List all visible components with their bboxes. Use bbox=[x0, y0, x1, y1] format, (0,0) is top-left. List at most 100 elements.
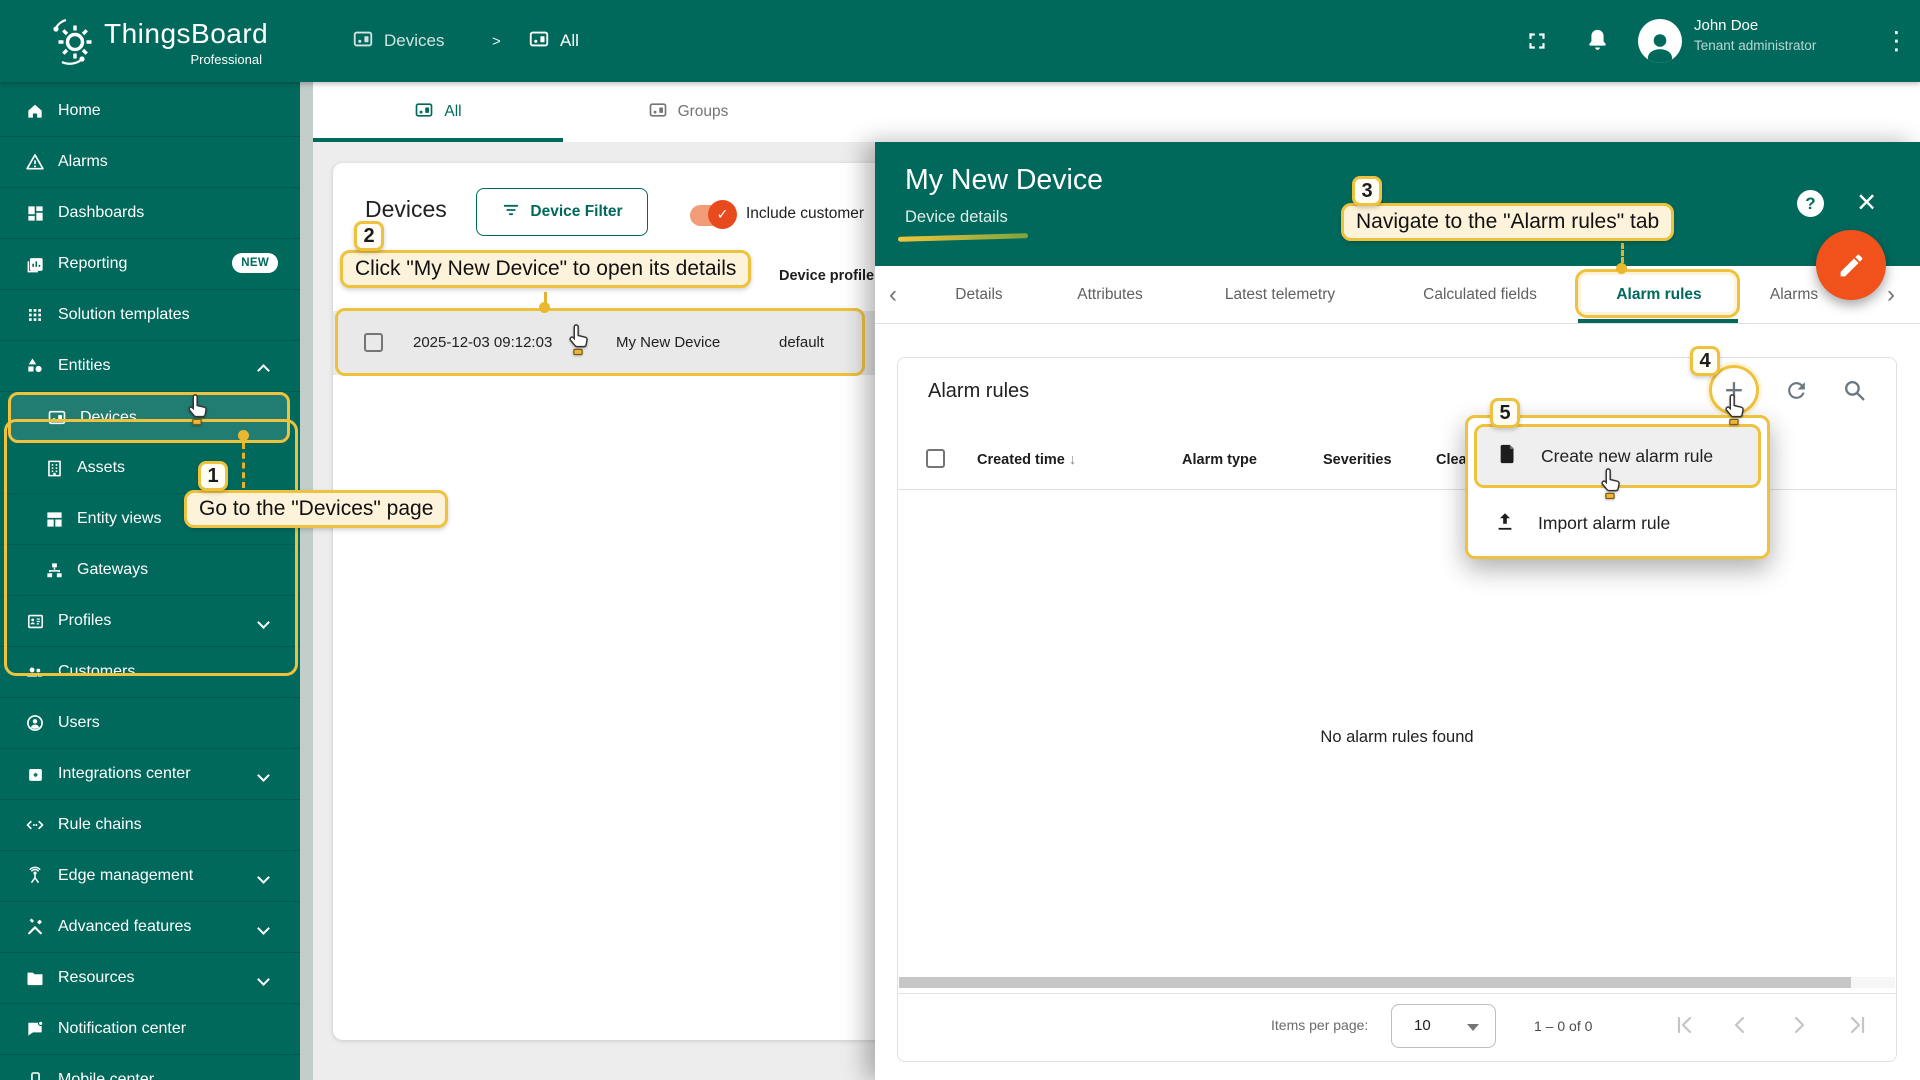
devices-group-icon bbox=[648, 100, 668, 125]
tabs-scroll-left-icon[interactable]: ‹ bbox=[889, 281, 897, 309]
sidebar-item-label: Home bbox=[58, 102, 101, 120]
grid-dots-icon bbox=[25, 305, 45, 325]
logo-title: ThingsBoard bbox=[104, 18, 268, 50]
sidebar-item-label: Rule chains bbox=[58, 816, 142, 834]
sidebar-item-label: Integrations center bbox=[58, 765, 191, 783]
next-page-icon[interactable] bbox=[1787, 1013, 1811, 1037]
pagination-range: 1 – 0 of 0 bbox=[1534, 1018, 1592, 1034]
sidebar-item-home[interactable]: Home bbox=[0, 86, 300, 137]
empty-table-message: No alarm rules found bbox=[898, 728, 1896, 747]
user-avatar[interactable] bbox=[1638, 19, 1682, 63]
sidebar-item-advanced-features[interactable]: Advanced features bbox=[0, 902, 300, 953]
user-name: John Doe bbox=[1694, 17, 1758, 34]
column-header-created-time[interactable]: Created time ↓ bbox=[977, 452, 1076, 468]
thingsboard-app: ThingsBoard Professional Devices > All J… bbox=[0, 0, 1920, 1080]
chevron-down-icon bbox=[257, 769, 270, 782]
sidebar-item-mobile-center[interactable]: Mobile center bbox=[0, 1055, 300, 1080]
breadcrumb-label: All bbox=[560, 31, 579, 51]
sidebar-item-edge-management[interactable]: Edge management bbox=[0, 851, 300, 902]
file-icon bbox=[1497, 443, 1519, 470]
sidebar-item-label: Users bbox=[58, 714, 100, 732]
previous-page-icon[interactable] bbox=[1728, 1013, 1752, 1037]
tab-all[interactable]: All bbox=[313, 82, 563, 142]
tab-latest-telemetry[interactable]: Latest telemetry bbox=[1225, 286, 1335, 304]
horizontal-scrollbar-thumb[interactable] bbox=[899, 977, 1851, 988]
entities-shapes-icon bbox=[25, 356, 45, 376]
chevron-up-icon bbox=[257, 364, 270, 377]
message-bubble-icon bbox=[25, 1019, 45, 1039]
breadcrumb-devices[interactable]: Devices bbox=[352, 0, 444, 82]
tab-details[interactable]: Details bbox=[955, 286, 1002, 304]
menu-item-label: Import alarm rule bbox=[1538, 513, 1670, 534]
annotation-connector-dot bbox=[1616, 263, 1627, 274]
sort-descending-icon: ↓ bbox=[1069, 452, 1076, 468]
tabs-scroll-right-icon[interactable]: › bbox=[1887, 281, 1895, 309]
select-caret-icon bbox=[1467, 1024, 1479, 1031]
kebab-menu-icon[interactable]: ⋮ bbox=[1884, 26, 1909, 56]
devices-icon bbox=[352, 28, 374, 55]
entity-views-icon bbox=[44, 509, 64, 529]
entity-tab-bar: All Groups bbox=[313, 82, 1920, 142]
filter-button-label: Device Filter bbox=[530, 203, 622, 221]
menu-item-label: Create new alarm rule bbox=[1541, 446, 1713, 467]
sidebar-item-assets[interactable]: Assets bbox=[0, 443, 300, 494]
sidebar-item-integrations-center[interactable]: Integrations center bbox=[0, 749, 300, 800]
sidebar-item-resources[interactable]: Resources bbox=[0, 953, 300, 1004]
hand-cursor-icon bbox=[1598, 466, 1625, 504]
sidebar-scrollbar[interactable] bbox=[300, 82, 313, 1080]
sidebar-item-alarms[interactable]: Alarms bbox=[0, 137, 300, 188]
sidebar-item-notification-center[interactable]: Notification center bbox=[0, 1004, 300, 1055]
column-header-device-profile[interactable]: Device profile bbox=[779, 268, 874, 284]
toggle-check-icon[interactable]: ✓ bbox=[708, 200, 737, 229]
sidebar-item-label: Edge management bbox=[58, 867, 193, 885]
first-page-icon[interactable] bbox=[1672, 1013, 1696, 1037]
annotation-connector-line bbox=[242, 443, 245, 488]
fullscreen-icon[interactable] bbox=[1524, 28, 1550, 59]
notifications-bell-icon[interactable] bbox=[1584, 27, 1611, 59]
annotation-step2-box: Click "My New Device" to open its detail… bbox=[340, 250, 751, 288]
rule-chains-icon bbox=[25, 815, 45, 835]
search-icon[interactable] bbox=[1840, 376, 1868, 404]
breadcrumb-separator: > bbox=[492, 0, 501, 82]
panel-subtitle: Device details bbox=[905, 208, 1008, 227]
sidebar-item-gateways[interactable]: Gateways bbox=[0, 545, 300, 596]
hand-cursor-icon bbox=[1722, 392, 1749, 430]
last-page-icon[interactable] bbox=[1846, 1013, 1870, 1037]
sidebar-item-entities[interactable]: Entities bbox=[0, 341, 300, 392]
sidebar-item-rule-chains[interactable]: Rule chains bbox=[0, 800, 300, 851]
column-header-alarm-type[interactable]: Alarm type bbox=[1182, 452, 1257, 468]
sidebar-nav: Home Alarms Dashboards Reporting NEW Sol… bbox=[0, 82, 313, 1080]
filter-icon bbox=[501, 200, 521, 225]
sidebar-item-label: Entity views bbox=[77, 510, 161, 528]
sidebar-item-users[interactable]: Users bbox=[0, 698, 300, 749]
edit-fab-button[interactable] bbox=[1816, 230, 1886, 300]
mobile-phone-icon bbox=[25, 1070, 45, 1080]
sidebar-item-customers[interactable]: Customers bbox=[0, 647, 300, 698]
help-icon[interactable]: ? bbox=[1797, 190, 1824, 217]
gateways-hierarchy-icon bbox=[44, 560, 64, 580]
tools-icon bbox=[25, 917, 45, 937]
sidebar-item-label: Profiles bbox=[58, 612, 111, 630]
column-header-severities[interactable]: Severities bbox=[1323, 452, 1392, 468]
devices-table-title: Devices bbox=[365, 196, 447, 223]
tab-alarms[interactable]: Alarms bbox=[1770, 286, 1818, 304]
page-size-value: 10 bbox=[1414, 1017, 1431, 1034]
sidebar-item-solution-templates[interactable]: Solution templates bbox=[0, 290, 300, 341]
breadcrumb-all[interactable]: All bbox=[528, 0, 579, 82]
refresh-icon[interactable] bbox=[1782, 376, 1810, 404]
tab-attributes[interactable]: Attributes bbox=[1077, 286, 1142, 304]
sidebar-item-profiles[interactable]: Profiles bbox=[0, 596, 300, 647]
select-all-checkbox[interactable] bbox=[926, 449, 945, 468]
breadcrumb-label: Devices bbox=[384, 31, 444, 51]
sidebar-item-dashboards[interactable]: Dashboards bbox=[0, 188, 300, 239]
device-filter-button[interactable]: Device Filter bbox=[476, 188, 648, 236]
assets-building-icon bbox=[44, 458, 64, 478]
tab-groups[interactable]: Groups bbox=[563, 82, 813, 142]
folder-icon bbox=[25, 968, 45, 988]
page-size-select[interactable]: 10 bbox=[1391, 1004, 1496, 1048]
sidebar-item-reporting[interactable]: Reporting NEW bbox=[0, 239, 300, 290]
tab-calculated-fields[interactable]: Calculated fields bbox=[1423, 286, 1537, 304]
close-icon[interactable]: × bbox=[1857, 184, 1876, 220]
home-icon bbox=[25, 101, 45, 121]
annotation-step2-badge: 2 bbox=[354, 221, 384, 251]
